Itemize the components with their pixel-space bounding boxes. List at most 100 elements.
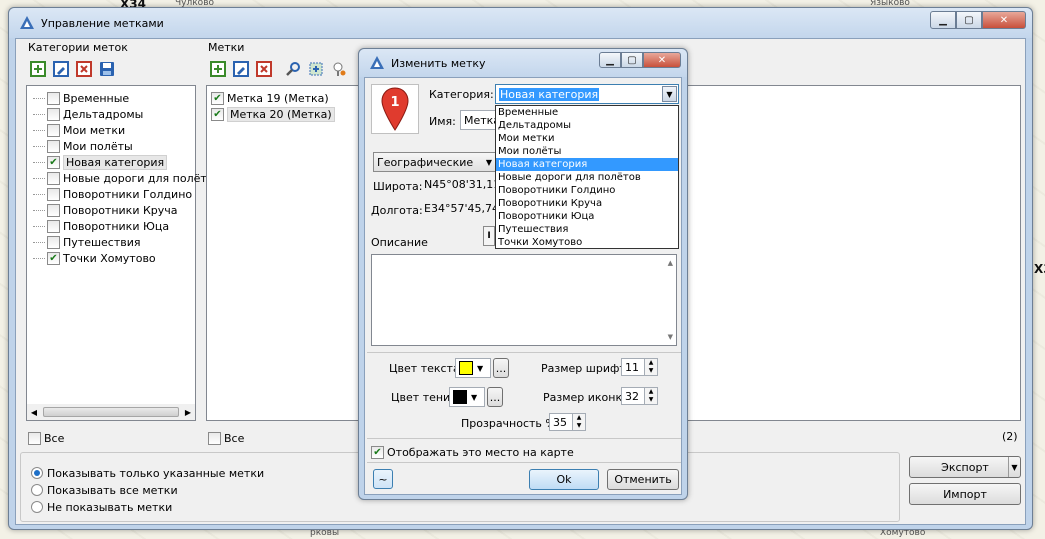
display-option-radio[interactable]: Показывать все метки bbox=[31, 482, 178, 498]
select-all-categories[interactable]: Все bbox=[28, 430, 64, 446]
display-option-radio[interactable]: Не показывать метки bbox=[31, 499, 172, 515]
category-item[interactable]: Новые дороги для полёт bbox=[33, 170, 207, 186]
mark-item[interactable]: ✔ Метка 19 (Метка) bbox=[211, 90, 329, 106]
chevron-down-icon[interactable]: ▼ bbox=[662, 86, 677, 102]
category-item[interactable]: Временные bbox=[33, 90, 129, 106]
category-item[interactable]: Поворотники Круча bbox=[33, 202, 178, 218]
category-item[interactable]: ✔ Точки Хомутово bbox=[33, 250, 156, 266]
export-button[interactable]: Экспорт ▼ bbox=[909, 456, 1021, 478]
opacity-spinner[interactable]: 35 ▲ ▼ bbox=[549, 413, 586, 431]
category-item[interactable]: Мои полёты bbox=[33, 138, 133, 154]
category-item[interactable]: ✔ Новая категория bbox=[33, 154, 168, 170]
shadow-color-picker[interactable]: ▼ bbox=[449, 387, 485, 407]
dropdown-option[interactable]: Временные bbox=[496, 106, 678, 119]
delete-mark-button[interactable] bbox=[254, 59, 274, 79]
format-button[interactable]: I bbox=[483, 226, 495, 246]
checkbox[interactable]: ✔ bbox=[47, 155, 60, 169]
checkbox[interactable] bbox=[47, 91, 60, 105]
checkbox[interactable] bbox=[47, 139, 60, 153]
dropdown-option[interactable]: Новые дороги для полётов bbox=[496, 171, 678, 184]
checkbox[interactable]: ✔ bbox=[371, 445, 384, 459]
checkbox[interactable] bbox=[47, 171, 60, 185]
dropdown-option[interactable]: Дельтадромы bbox=[496, 119, 678, 132]
spinner-arrows-icon[interactable]: ▲ ▼ bbox=[645, 358, 658, 376]
category-select[interactable]: Новая категория ▼ bbox=[495, 84, 679, 104]
radio-button[interactable] bbox=[31, 501, 43, 513]
scroll-left-icon[interactable]: ◀ bbox=[27, 408, 41, 417]
title-bar[interactable]: Управление метками ▁ ▢ ✕ bbox=[9, 8, 1032, 38]
checkbox[interactable] bbox=[47, 235, 60, 249]
edit-category-button[interactable] bbox=[51, 59, 71, 79]
text-color-picker[interactable]: ▼ bbox=[455, 358, 491, 378]
checkbox[interactable] bbox=[47, 107, 60, 121]
font-size-value[interactable]: 11 bbox=[621, 358, 645, 376]
mark-item[interactable]: ✔ Метка 20 (Метка) bbox=[211, 106, 335, 122]
display-option-radio[interactable]: Показывать только указанные метки bbox=[31, 465, 264, 481]
add-mark-button[interactable] bbox=[208, 59, 228, 79]
checkbox[interactable]: ✔ bbox=[211, 91, 224, 105]
shadow-color-more-button[interactable]: ... bbox=[487, 387, 503, 407]
checkbox[interactable]: ✔ bbox=[47, 251, 60, 265]
minimize-button[interactable]: ▁ bbox=[930, 11, 956, 29]
dropdown-option[interactable]: Поворотники Голдино bbox=[496, 184, 678, 197]
dropdown-option[interactable]: Поворотники Юца bbox=[496, 210, 678, 223]
dropdown-option[interactable]: Мои полёты bbox=[496, 145, 678, 158]
checkbox[interactable]: ✔ bbox=[211, 107, 224, 121]
category-item[interactable]: Поворотники Голдино bbox=[33, 186, 192, 202]
radio-button[interactable] bbox=[31, 467, 43, 479]
icon-size-value[interactable]: 32 bbox=[621, 387, 645, 405]
find-mark-button[interactable] bbox=[283, 59, 303, 79]
dropdown-option[interactable]: Путешествия bbox=[496, 223, 678, 236]
scroll-up-icon[interactable]: ▲ bbox=[668, 259, 673, 267]
opacity-value[interactable]: 35 bbox=[549, 413, 573, 431]
coord-type-select[interactable]: Географические ▼ bbox=[373, 152, 497, 172]
scroll-thumb[interactable] bbox=[43, 407, 179, 417]
category-item[interactable]: Мои метки bbox=[33, 122, 125, 138]
show-on-map-checkbox[interactable]: ✔ Отображать это место на карте bbox=[371, 444, 574, 460]
checkbox[interactable] bbox=[47, 123, 60, 137]
checkbox[interactable] bbox=[47, 187, 60, 201]
select-all-marks[interactable]: Все bbox=[208, 430, 244, 446]
spinner-arrows-icon[interactable]: ▲ ▼ bbox=[573, 413, 586, 431]
tilde-button[interactable]: ~ bbox=[373, 469, 393, 489]
close-button[interactable]: ✕ bbox=[982, 11, 1026, 29]
scroll-down-icon[interactable]: ▼ bbox=[668, 333, 673, 341]
dropdown-option[interactable]: Новая категория bbox=[496, 158, 678, 171]
delete-category-button[interactable] bbox=[74, 59, 94, 79]
maximize-button[interactable]: ▢ bbox=[956, 11, 982, 29]
description-textarea[interactable]: ▲ ▼ bbox=[371, 254, 677, 346]
radio-button[interactable] bbox=[31, 484, 43, 496]
marker-preview[interactable]: 1 bbox=[371, 84, 419, 134]
font-size-spinner[interactable]: 11 ▲ ▼ bbox=[621, 358, 658, 376]
dialog-minimize-button[interactable]: ▁ bbox=[599, 52, 621, 68]
save-categories-button[interactable] bbox=[97, 59, 117, 79]
dialog-maximize-button[interactable]: ▢ bbox=[621, 52, 643, 68]
spinner-arrows-icon[interactable]: ▲ ▼ bbox=[645, 387, 658, 405]
pin-mark-button[interactable] bbox=[329, 59, 349, 79]
zoom-to-mark-button[interactable] bbox=[306, 59, 326, 79]
dialog-close-button[interactable]: ✕ bbox=[643, 52, 681, 68]
dropdown-option[interactable]: Точки Хомутово bbox=[496, 236, 678, 249]
checkbox[interactable] bbox=[47, 219, 60, 233]
category-item[interactable]: Поворотники Юца bbox=[33, 218, 169, 234]
latitude-input[interactable]: N45°08'31,11" bbox=[421, 174, 497, 194]
checkbox[interactable] bbox=[208, 431, 221, 445]
dropdown-option[interactable]: Мои метки bbox=[496, 132, 678, 145]
dialog-title-bar[interactable]: Изменить метку ▁ ▢ ✕ bbox=[359, 49, 687, 77]
categories-tree[interactable]: Временные Дельтадромы Мои метки Мои полёты ✔… bbox=[26, 85, 207, 421]
import-button[interactable]: Импорт bbox=[909, 483, 1021, 505]
cancel-button[interactable]: Отменить bbox=[607, 469, 679, 490]
scroll-right-icon[interactable]: ▶ bbox=[181, 408, 195, 417]
longitude-input[interactable]: E34°57'45,74" bbox=[421, 198, 497, 218]
icon-size-spinner[interactable]: 32 ▲ ▼ bbox=[621, 387, 658, 405]
dropdown-option[interactable]: Поворотники Круча bbox=[496, 197, 678, 210]
categories-hscroll[interactable]: ◀ ▶ bbox=[27, 404, 195, 420]
checkbox[interactable] bbox=[47, 203, 60, 217]
edit-mark-button[interactable] bbox=[231, 59, 251, 79]
checkbox[interactable] bbox=[28, 431, 41, 445]
add-category-button[interactable] bbox=[28, 59, 48, 79]
category-item[interactable]: Дельтадромы bbox=[33, 106, 143, 122]
category-item[interactable]: Путешествия bbox=[33, 234, 141, 250]
category-dropdown-list[interactable]: Временные Дельтадромы Мои метки Мои полёты Н… bbox=[495, 105, 679, 249]
export-dropdown-arrow[interactable]: ▼ bbox=[1008, 457, 1020, 477]
